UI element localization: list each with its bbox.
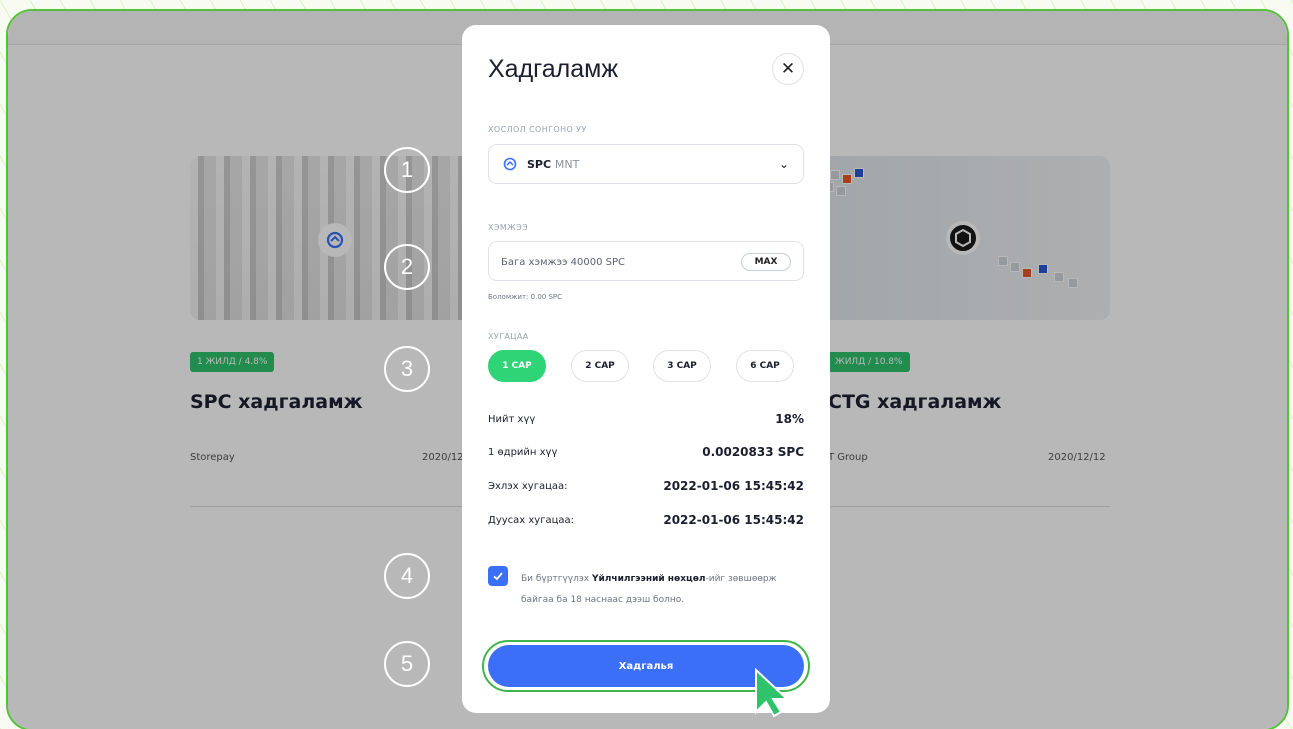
step-marker-5: 5 bbox=[384, 641, 430, 687]
duration-option-2[interactable]: 2 САР bbox=[571, 350, 629, 382]
step-marker-3: 3 bbox=[384, 346, 430, 392]
duration-label: ХУГАЦАА bbox=[488, 332, 529, 341]
close-button[interactable]: ✕ bbox=[772, 53, 804, 85]
chevron-down-icon: ⌄ bbox=[778, 157, 789, 171]
end-date-value: 2022-01-06 15:45:42 bbox=[663, 513, 804, 527]
duration-option-6[interactable]: 6 САР bbox=[736, 350, 794, 382]
terms-checkbox[interactable] bbox=[488, 566, 508, 586]
pair-label: ХОСЛОЛ СОНГОНО УУ bbox=[488, 125, 587, 134]
spc-coin-icon bbox=[503, 157, 517, 171]
total-interest-label: Нийт хүү bbox=[488, 414, 536, 425]
end-date-label: Дуусах хугацаа: bbox=[488, 515, 575, 526]
pair-value: SPC MNT bbox=[527, 158, 580, 171]
modal-title: Хадгаламж bbox=[488, 55, 619, 83]
max-button[interactable]: MAX bbox=[741, 253, 791, 271]
pair-select[interactable]: SPC MNT ⌄ bbox=[488, 144, 804, 184]
amount-input[interactable] bbox=[501, 252, 721, 272]
cursor-pointer-icon bbox=[755, 668, 790, 718]
available-balance: Боломжит: 0.00 SPC bbox=[488, 293, 563, 301]
savings-modal: Хадгаламж ✕ ХОСЛОЛ СОНГОНО УУ SPC MNT ⌄ … bbox=[462, 25, 830, 713]
step-marker-4: 4 bbox=[384, 553, 430, 599]
start-date-value: 2022-01-06 15:45:42 bbox=[663, 479, 804, 493]
close-icon: ✕ bbox=[780, 59, 796, 79]
step-marker-2: 2 bbox=[384, 244, 430, 290]
check-icon bbox=[493, 572, 503, 581]
duration-option-1[interactable]: 1 САР bbox=[488, 350, 546, 382]
daily-interest-label: 1 өдрийн хүү bbox=[488, 447, 558, 458]
step-marker-1: 1 bbox=[384, 147, 430, 193]
terms-link[interactable]: Үйлчилгээний нөхцөл bbox=[592, 574, 705, 584]
terms-text: Би бүртгүүлэх Үйлчилгээний нөхцөл-ийг зө… bbox=[521, 574, 777, 605]
amount-field[interactable]: MAX bbox=[488, 241, 804, 281]
total-interest-value: 18% bbox=[775, 412, 804, 426]
daily-interest-value: 0.0020833 SPC bbox=[702, 445, 804, 459]
start-date-label: Эхлэх хугацаа: bbox=[488, 481, 568, 492]
amount-label: ХЭМЖЭЭ bbox=[488, 223, 529, 232]
duration-option-3[interactable]: 3 САР bbox=[653, 350, 711, 382]
